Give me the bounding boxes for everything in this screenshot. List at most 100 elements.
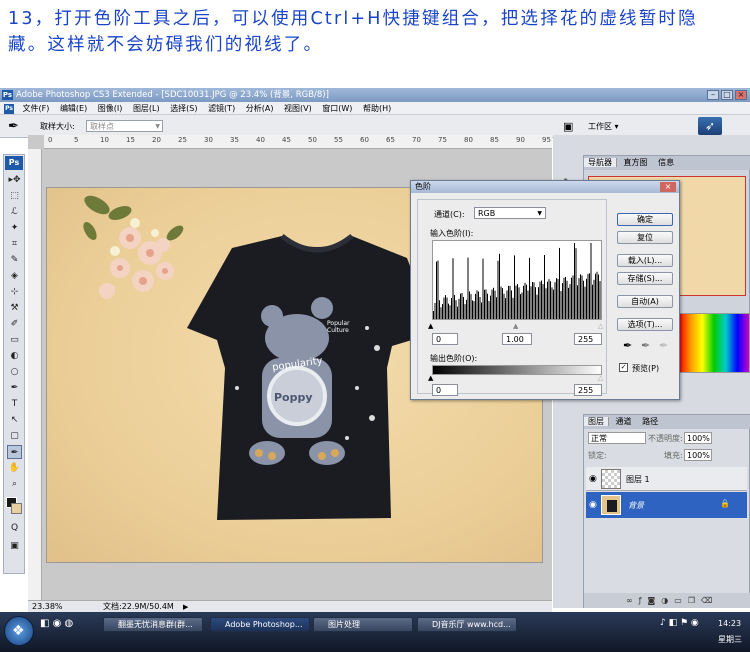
hand-tool-icon[interactable]: ✋ (7, 461, 22, 475)
pen-tool-icon[interactable]: ✒ (7, 381, 22, 395)
reset-button[interactable]: 复位 (617, 231, 673, 244)
fx-icon[interactable]: ƒ (639, 596, 648, 605)
stamp-tool-icon[interactable]: ⚒ (7, 301, 22, 315)
eye-icon[interactable]: ◉ (589, 474, 597, 484)
close-icon[interactable]: × (735, 90, 747, 100)
sample-size-select[interactable]: 取样点 ▼ (86, 120, 163, 132)
screen-mode-icon[interactable]: ▣ (7, 539, 22, 553)
midtone-handle[interactable]: ▲ (513, 322, 518, 330)
fill-input[interactable]: 100% (684, 449, 712, 461)
swatches-panel[interactable] (678, 313, 750, 373)
dodge-tool-icon[interactable]: ○ (7, 365, 22, 379)
lasso-tool-icon[interactable]: ℒ (7, 205, 22, 219)
black-eyedropper-icon[interactable]: ✒ (623, 339, 632, 352)
taskbar-item-music[interactable]: DJ音乐厅 www.hcd... (417, 617, 517, 632)
options-button[interactable]: 选项(T)... (617, 318, 673, 331)
input-gamma-field[interactable]: 1.00 (502, 333, 532, 345)
tab-channels[interactable]: 通道 (612, 417, 636, 426)
taskbar-item-chat[interactable]: 翻墨无忧消息群(群... (103, 617, 203, 632)
healing-tool-icon[interactable]: ◈ (7, 269, 22, 283)
menu-file[interactable]: 文件(F) (23, 104, 50, 113)
system-tray-icons[interactable]: ♪ ◧ ⚑ ◉ (660, 618, 699, 628)
brush-tool-icon[interactable]: ⊹ (7, 285, 22, 299)
menu-select[interactable]: 选择(S) (170, 104, 197, 113)
slice-tool-icon[interactable]: ✎ (7, 253, 22, 267)
white-eyedropper-icon[interactable]: ✒ (659, 339, 668, 352)
move-tool-icon[interactable]: ▸✥ (7, 173, 22, 187)
input-slider[interactable]: ▲ ▲ △ (428, 322, 603, 330)
start-button[interactable]: ❖ (4, 616, 34, 646)
histogram-bar (437, 260, 439, 319)
tab-info[interactable]: 信息 (654, 158, 678, 167)
path-select-icon[interactable]: ↖ (7, 413, 22, 427)
auto-button[interactable]: 自动(A) (617, 295, 673, 308)
tab-histogram[interactable]: 直方图 (620, 158, 652, 167)
menu-analysis[interactable]: 分析(A) (246, 104, 274, 113)
tab-paths[interactable]: 路径 (638, 417, 662, 426)
ok-button[interactable]: 确定 (617, 213, 673, 226)
output-black-field[interactable]: 0 (432, 384, 458, 396)
folder-icon[interactable]: ▭ (674, 596, 688, 605)
minimize-icon[interactable]: – (707, 90, 719, 100)
menu-view[interactable]: 视图(V) (284, 104, 312, 113)
taskbar-item-photoshop[interactable]: Adobe Photoshop... (210, 617, 310, 632)
menu-filter[interactable]: 滤镜(T) (208, 104, 235, 113)
menu-image[interactable]: 图像(I) (98, 104, 123, 113)
taskbar-item-folder[interactable]: 图片处理 (313, 617, 413, 632)
quicklaunch-icons[interactable]: ◧ ◉ ◍ (40, 618, 73, 629)
clock-time[interactable]: 14:23 (718, 619, 741, 628)
layer-row[interactable]: ◉ 图层 1 (586, 467, 747, 491)
link-icon[interactable]: ∞ (626, 596, 639, 605)
histogram-bar (550, 281, 551, 319)
opacity-input[interactable]: 100% (684, 432, 712, 444)
shape-tool-icon[interactable]: ▢ (7, 429, 22, 443)
output-white-field[interactable]: 255 (574, 384, 602, 396)
input-black-field[interactable]: 0 (432, 333, 458, 345)
maximize-icon[interactable]: □ (721, 90, 733, 100)
black-point-handle[interactable]: ▲ (428, 322, 433, 330)
menu-layer[interactable]: 图层(L) (133, 104, 160, 113)
trash-icon[interactable]: ⌫ (701, 596, 718, 605)
preview-checkbox[interactable]: ✓ (619, 363, 628, 372)
histogram-bar (578, 278, 580, 319)
marquee-tool-icon[interactable]: ⬚ (7, 189, 22, 203)
tab-navigator[interactable]: 导航器 (584, 158, 617, 167)
crop-tool-icon[interactable]: ⌗ (7, 237, 22, 251)
menu-window[interactable]: 窗口(W) (322, 104, 352, 113)
history-brush-icon[interactable]: ✐ (7, 317, 22, 331)
input-white-field[interactable]: 255 (574, 333, 602, 345)
zoom-tool-icon[interactable]: ⌕ (7, 477, 22, 491)
background-color-swatch[interactable] (11, 503, 22, 514)
layer-name: 图层 1 (626, 475, 650, 484)
menu-edit[interactable]: 编辑(E) (60, 104, 87, 113)
eraser-tool-icon[interactable]: ▭ (7, 333, 22, 347)
histogram-bar (547, 281, 548, 319)
bridge-icon[interactable]: ➶ (698, 117, 722, 135)
eyedropper-tool-icon[interactable]: ✒ (7, 445, 22, 459)
gray-eyedropper-icon[interactable]: ✒ (641, 339, 650, 352)
histogram-bar (526, 284, 527, 319)
channel-select[interactable]: RGB ▼ (474, 207, 546, 219)
blend-mode-select[interactable]: 正常 (588, 432, 646, 444)
dialog-close-icon[interactable]: × (660, 182, 676, 192)
white-point-handle[interactable]: △ (598, 322, 603, 330)
output-white-handle[interactable]: △ (598, 374, 603, 382)
save-button[interactable]: 存储(S)... (617, 272, 673, 285)
output-black-handle[interactable]: ▲ (428, 374, 433, 382)
menu-help[interactable]: 帮助(H) (363, 104, 391, 113)
eye-icon[interactable]: ◉ (589, 500, 597, 510)
histogram-bar (521, 292, 523, 319)
quick-mask-icon[interactable]: Q (7, 521, 22, 535)
magic-wand-tool-icon[interactable]: ✦ (7, 221, 22, 235)
gradient-tool-icon[interactable]: ◐ (7, 349, 22, 363)
load-button[interactable]: 载入(L)... (617, 254, 673, 267)
adjustment-icon[interactable]: ◑ (661, 596, 674, 605)
workspace-menu[interactable]: 工作区 ▾ (588, 121, 619, 132)
layer-row[interactable]: ◉ 背景 🔒 (586, 492, 747, 518)
type-tool-icon[interactable]: T (7, 397, 22, 411)
mask-icon[interactable]: ◙ (648, 596, 662, 605)
eyedropper-icon[interactable]: ✒ (8, 119, 19, 134)
palette-icon[interactable]: ▣ (563, 120, 573, 133)
new-layer-icon[interactable]: ❐ (688, 596, 701, 605)
tab-layers[interactable]: 图层 (584, 417, 609, 426)
